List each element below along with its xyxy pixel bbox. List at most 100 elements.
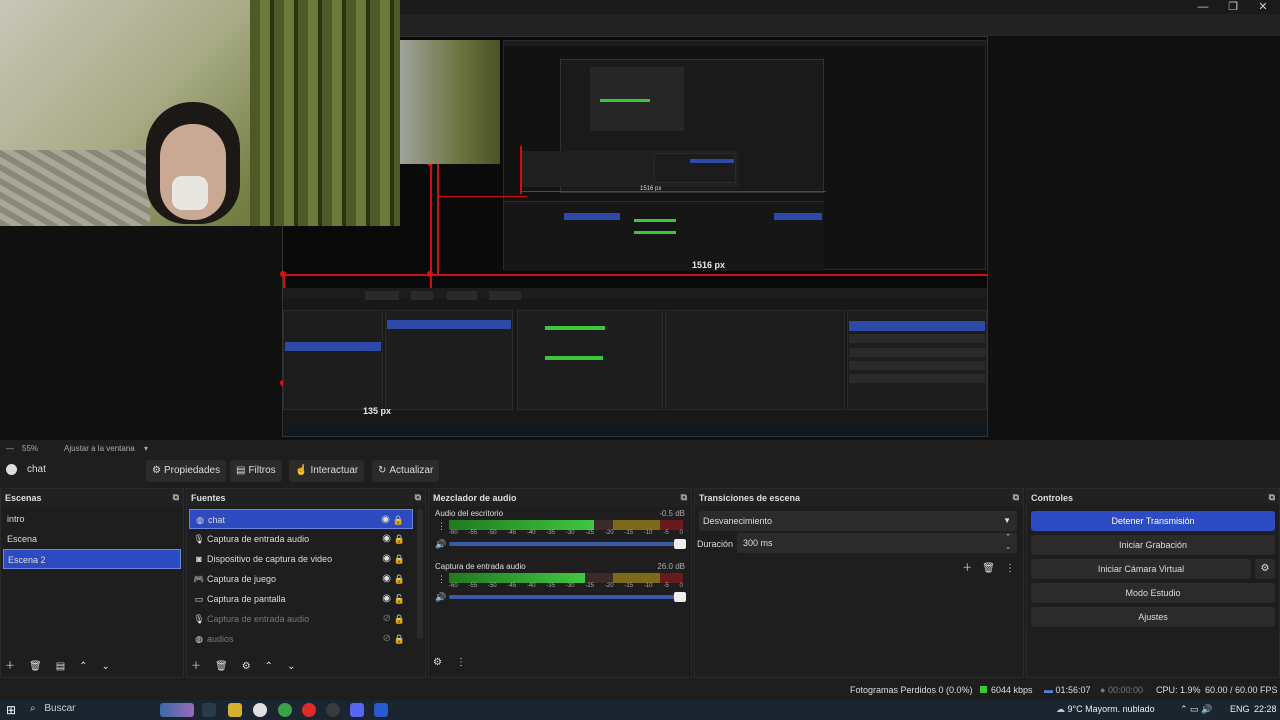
add-icon[interactable]: ＋ — [191, 661, 201, 672]
opera-icon[interactable] — [302, 703, 316, 717]
settings-button[interactable]: Ajustes — [1031, 607, 1275, 627]
lock-icon[interactable]: 🔒 — [393, 510, 404, 530]
chrome-icon[interactable] — [278, 703, 292, 717]
properties-button[interactable]: ⚙ Propiedades — [146, 460, 227, 482]
app-icon[interactable] — [253, 703, 267, 717]
close-button[interactable]: ✕ — [1248, 0, 1278, 14]
trash-icon[interactable]: 🗑 — [982, 563, 995, 574]
virtual-camera-button[interactable]: Iniciar Cámara Virtual — [1031, 559, 1251, 579]
lock-icon[interactable]: 🔒 — [394, 529, 405, 549]
volume-slider[interactable] — [449, 592, 686, 602]
scene-item[interactable]: intro — [3, 509, 181, 529]
eye-icon[interactable]: ◉ — [382, 589, 391, 609]
obs-icon[interactable] — [326, 703, 340, 717]
float-icon[interactable]: ⧉ — [1013, 492, 1019, 503]
gear-icon[interactable]: ⚙ — [433, 657, 442, 668]
weather[interactable]: ☁ 9°C Mayorm. nublado — [1056, 704, 1155, 715]
up-icon[interactable]: ⌃ — [265, 661, 273, 672]
mixer-channel-mic: Captura de entrada audio 26.0 dB ⋮ -60 -5… — [433, 562, 687, 614]
add-icon[interactable]: ＋ — [5, 661, 15, 672]
speaker-icon[interactable]: 🔊 — [435, 592, 446, 603]
discord-icon[interactable] — [350, 703, 364, 717]
transition-select[interactable]: Desvanecimiento ▼ — [699, 511, 1017, 531]
unlock-icon[interactable]: 🔓 — [394, 589, 405, 609]
source-item[interactable]: 🎙 Captura de entrada audio ◉ 🔒 — [189, 529, 413, 549]
lock-icon[interactable]: 🔒 — [394, 569, 405, 589]
meter-tick-label: -10 — [643, 530, 653, 536]
source-item[interactable]: ▭ Captura de pantalla ◉ 🔓 — [189, 589, 413, 609]
zoom-collapse-icon[interactable]: — — [6, 444, 14, 453]
trash-icon[interactable]: 🗑 — [215, 661, 228, 672]
down-icon[interactable]: ⌄ — [102, 661, 110, 672]
duration-input[interactable]: 300 ms ⌃ ⌄ — [737, 533, 1017, 553]
file-explorer-icon[interactable] — [228, 703, 242, 717]
windows-start-icon[interactable]: ⊞ — [6, 703, 16, 717]
lock-icon[interactable]: 🔒 — [394, 629, 405, 649]
float-icon[interactable]: ⧉ — [1269, 492, 1275, 503]
taskbar-search[interactable]: ⌕ Buscar — [30, 703, 76, 714]
start-recording-button[interactable]: Iniciar Grabación — [1031, 535, 1275, 555]
tray-icons[interactable]: ⌃ ▭ 🔊 — [1180, 704, 1212, 715]
slider-knob[interactable] — [674, 539, 686, 549]
eye-icon[interactable]: ◉ — [382, 549, 391, 569]
kebab-icon[interactable]: ⋮ — [437, 574, 446, 585]
source-item[interactable]: 🎙 Captura de entrada audio ⊘ 🔒 — [189, 609, 413, 629]
gamepad-icon: 🎮 — [193, 574, 205, 584]
refresh-button[interactable]: ↻ Actualizar — [372, 460, 440, 482]
eye-icon[interactable]: ◉ — [381, 510, 390, 530]
scene-item-selected[interactable]: Escena 2 — [3, 549, 181, 569]
slider-knob[interactable] — [674, 592, 686, 602]
interact-button[interactable]: ☝ Interactuar — [289, 460, 365, 482]
source-item[interactable]: ◍ audios ⊘ 🔒 — [189, 629, 413, 649]
dropped-frames: Fotogramas Perdidos 0 (0.0%) — [850, 685, 973, 695]
zoom-dropdown-icon[interactable]: ▾ — [144, 444, 148, 453]
preview-area[interactable]: 1516 px 1516 px 135 px — [0, 0, 1280, 440]
kebab-icon[interactable]: ⋮ — [456, 657, 466, 668]
scene-item[interactable]: Escena — [3, 529, 181, 549]
virtual-camera-settings-button[interactable]: ⚙ — [1255, 559, 1275, 579]
lock-icon[interactable]: 🔒 — [394, 549, 405, 569]
kebab-icon[interactable]: ⋮ — [437, 521, 446, 532]
filters-button[interactable]: ▤ Filtros — [230, 460, 282, 482]
monitor-icon: ▭ — [194, 594, 204, 604]
maximize-button[interactable]: ❐ — [1218, 0, 1248, 14]
lock-icon[interactable]: 🔒 — [394, 609, 405, 629]
gear-icon[interactable]: ⚙ — [242, 661, 251, 672]
language-indicator[interactable]: ENG — [1230, 704, 1250, 714]
eye-icon[interactable]: ◉ — [382, 569, 391, 589]
meter-tick-label: -35 — [546, 583, 556, 589]
stop-stream-button[interactable]: Detener Transmisión — [1031, 511, 1275, 531]
sources-scrollbar[interactable] — [417, 509, 423, 639]
nested-bound-inner-bottom — [520, 191, 826, 192]
eye-hidden-icon[interactable]: ⊘ — [383, 629, 391, 649]
source-item[interactable]: 🎮 Captura de juego ◉ 🔒 — [189, 569, 413, 589]
volume-slider[interactable] — [449, 539, 686, 549]
zoom-level[interactable]: 55% — [22, 444, 38, 453]
source-item[interactable]: ◙ Dispositivo de captura de video ◉ 🔒 — [189, 549, 413, 569]
studio-mode-button[interactable]: Modo Estudio — [1031, 583, 1275, 603]
filter-icon[interactable]: ▤ — [56, 661, 65, 672]
eye-icon[interactable]: ◉ — [382, 529, 391, 549]
spinner-icon[interactable]: ⌃ ⌄ — [1005, 533, 1011, 553]
down-icon[interactable]: ⌄ — [287, 661, 295, 672]
clock[interactable]: 22:28 — [1254, 704, 1277, 714]
float-icon[interactable]: ⧉ — [681, 492, 687, 503]
minimize-button[interactable]: — — [1188, 0, 1218, 14]
handle-top-right[interactable] — [427, 271, 433, 277]
widget-icon[interactable] — [160, 703, 194, 717]
status-bar: Fotogramas Perdidos 0 (0.0%) 6044 kbps ▬… — [0, 682, 1280, 698]
app2-icon[interactable] — [374, 703, 388, 717]
eye-hidden-icon[interactable]: ⊘ — [383, 609, 391, 629]
speaker-icon[interactable]: 🔊 — [435, 539, 446, 550]
kebab-icon[interactable]: ⋮ — [1005, 563, 1015, 574]
float-icon[interactable]: ⧉ — [415, 492, 421, 503]
zoom-fit-label[interactable]: Ajustar a la ventana — [64, 444, 135, 453]
transitions-title: Transiciones de escena ⧉ — [695, 489, 1023, 506]
up-icon[interactable]: ⌃ — [79, 661, 87, 672]
add-icon[interactable]: ＋ — [962, 563, 972, 574]
source-item-selected[interactable]: ◍ chat ◉ 🔒 — [189, 509, 413, 529]
float-icon[interactable]: ⧉ — [173, 492, 179, 503]
trash-icon[interactable]: 🗑 — [29, 661, 42, 672]
task-view-icon[interactable] — [202, 703, 216, 717]
handle-top-left[interactable] — [280, 271, 286, 277]
